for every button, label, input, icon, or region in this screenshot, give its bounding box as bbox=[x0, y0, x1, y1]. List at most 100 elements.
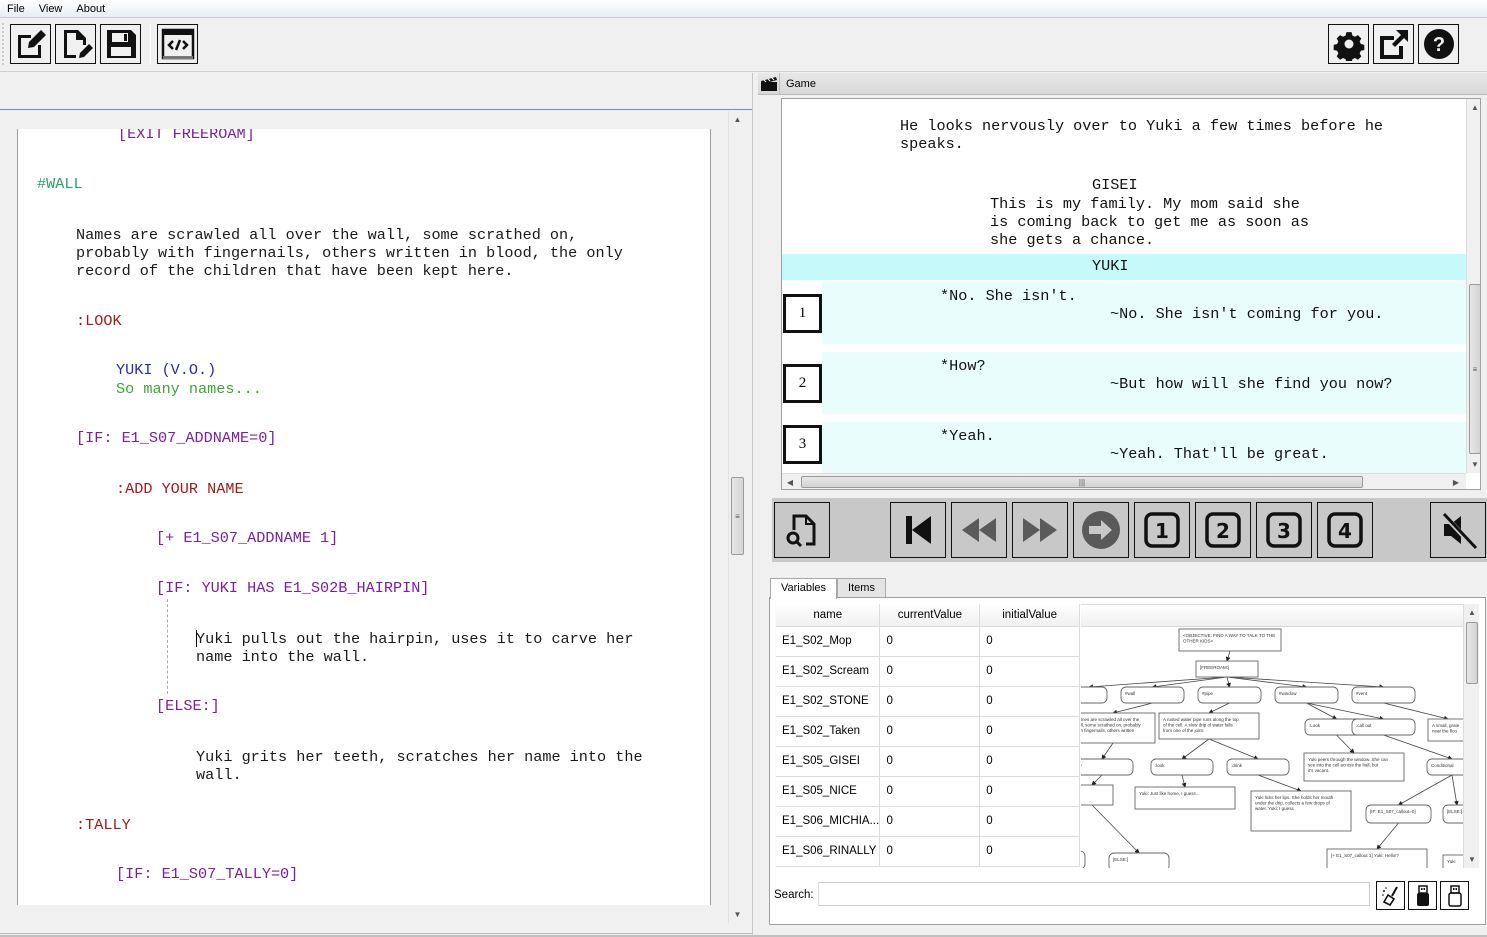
graph-node[interactable]: A rusted water pipe runs along the top of… bbox=[1158, 712, 1260, 740]
graph-node[interactable]: Names are scrawled all over the wall, som… bbox=[1081, 712, 1156, 744]
scroll-right-arrow[interactable]: ▶ bbox=[1448, 474, 1464, 489]
graph-node[interactable]: #window bbox=[1274, 686, 1339, 704]
variable-initial-value[interactable]: 0 bbox=[979, 716, 1080, 747]
variable-name[interactable]: E1_S02_Mop bbox=[776, 626, 881, 657]
variable-current-value[interactable]: 0 bbox=[879, 656, 981, 687]
column-header-initial-value[interactable]: initialValue bbox=[979, 604, 1080, 627]
choice-number-1[interactable]: 1 bbox=[783, 294, 822, 333]
save-state-button[interactable] bbox=[1440, 881, 1469, 910]
variable-name[interactable]: E1_S02_Scream bbox=[776, 656, 881, 687]
game-horizontal-scrollbar[interactable]: ◀ ||| ▶ bbox=[782, 473, 1466, 489]
graph-node[interactable]: [FREEROAM:] bbox=[1195, 660, 1259, 678]
variable-name[interactable]: E1_S06_MICHIA... bbox=[776, 806, 881, 837]
scroll-down-arrow[interactable]: ▼ bbox=[1467, 456, 1480, 473]
script-editor[interactable]: [EXIT FREEROAM] #WALL Names are scrawled… bbox=[17, 129, 711, 905]
source-view-button[interactable] bbox=[157, 24, 198, 64]
choice-number-3[interactable]: 3 bbox=[783, 425, 822, 464]
scroll-up-arrow[interactable]: ▲ bbox=[1464, 604, 1480, 621]
variable-initial-value[interactable]: 0 bbox=[979, 656, 1080, 687]
variable-row[interactable]: E1_S05_GISEI 0 0 bbox=[776, 746, 1080, 777]
variable-row[interactable]: E1_S06_RINALLY 0 0 bbox=[776, 836, 1080, 867]
variable-current-value[interactable]: 0 bbox=[879, 626, 981, 657]
graph-node[interactable]: :drink bbox=[1226, 758, 1290, 776]
tab-variables[interactable]: Variables bbox=[770, 578, 838, 599]
graph-node[interactable] bbox=[1081, 686, 1108, 704]
variable-current-value[interactable]: 0 bbox=[879, 776, 981, 807]
variable-initial-value[interactable]: 0 bbox=[979, 746, 1080, 777]
menu-file[interactable]: File bbox=[0, 0, 32, 18]
variable-initial-value[interactable]: 0 bbox=[979, 806, 1080, 837]
scroll-thumb[interactable]: ||| bbox=[801, 476, 1363, 488]
mute-button[interactable] bbox=[1430, 502, 1486, 558]
game-vertical-scrollbar[interactable]: ▲ ≡ ▼ bbox=[1466, 99, 1480, 473]
column-header-name[interactable]: name bbox=[776, 604, 881, 627]
graph-node[interactable]: #pipe bbox=[1197, 686, 1262, 704]
variable-row[interactable]: E1_S02_Scream 0 0 bbox=[776, 656, 1080, 687]
variable-initial-value[interactable]: 0 bbox=[979, 686, 1080, 717]
tab-items[interactable]: Items bbox=[837, 578, 886, 598]
find-in-file-button[interactable] bbox=[774, 502, 830, 558]
column-header-current-value[interactable]: currentValue bbox=[879, 604, 981, 627]
restart-button[interactable] bbox=[890, 502, 946, 558]
menu-view[interactable]: View bbox=[32, 0, 70, 18]
story-flow-graph[interactable]: <OBJECTIVE: FIND A WAY TO TALK TO THE OTH… bbox=[1081, 604, 1463, 868]
variable-current-value[interactable]: 0 bbox=[879, 686, 981, 717]
choice-1-button[interactable]: 1 bbox=[1134, 502, 1190, 558]
search-input[interactable] bbox=[818, 882, 1370, 906]
scroll-thumb[interactable]: ≡ bbox=[731, 477, 744, 555]
graph-node[interactable]: :look bbox=[1150, 758, 1214, 776]
graph-node[interactable]: Yuki licks her lips. She holds her mouth… bbox=[1250, 790, 1352, 832]
editor-scrollbar[interactable]: ▲ ≡ ▼ bbox=[728, 111, 745, 923]
graph-node[interactable]: A small, grate near the floo bbox=[1427, 718, 1463, 742]
variable-row[interactable]: E1_S02_Mop 0 0 bbox=[776, 626, 1080, 657]
variable-row[interactable]: E1_S02_STONE 0 0 bbox=[776, 686, 1080, 717]
variable-row[interactable]: E1_S02_Taken 0 0 bbox=[776, 716, 1080, 747]
variable-current-value[interactable]: 0 bbox=[879, 836, 981, 867]
forward-button[interactable] bbox=[1012, 502, 1068, 558]
choice-2-button[interactable]: 2 bbox=[1195, 502, 1251, 558]
choice-number-2[interactable]: 2 bbox=[783, 364, 822, 403]
scroll-left-arrow[interactable]: ◀ bbox=[782, 474, 798, 489]
variable-row[interactable]: E1_S06_MICHIA... 0 0 bbox=[776, 806, 1080, 837]
graph-node[interactable]: [+ E1_S07_callout 1] Yuki: Hello!? bbox=[1326, 848, 1428, 868]
variable-initial-value[interactable]: 0 bbox=[979, 836, 1080, 867]
scroll-down-arrow[interactable]: ▼ bbox=[1464, 851, 1480, 868]
new-file-button[interactable] bbox=[55, 24, 96, 64]
graph-node[interactable]: nal bbox=[1081, 784, 1114, 806]
choice-4-button[interactable]: 4 bbox=[1317, 502, 1373, 558]
graph-node[interactable]: Conditional bbox=[1426, 758, 1463, 776]
scroll-up-arrow[interactable]: ▲ bbox=[729, 111, 746, 128]
variable-row[interactable]: E1_S05_NICE 0 0 bbox=[776, 776, 1080, 807]
export-button[interactable] bbox=[1373, 24, 1414, 64]
continue-button[interactable] bbox=[1073, 502, 1129, 558]
variable-current-value[interactable]: 0 bbox=[879, 716, 981, 747]
graph-node[interactable]: [IF: E1_S07_callout=0] bbox=[1365, 804, 1432, 824]
variable-name[interactable]: E1_S06_RINALLY bbox=[776, 836, 881, 867]
choice-option-2[interactable]: *How? ~But how will she find you now? bbox=[822, 352, 1466, 414]
choice-3-button[interactable]: 3 bbox=[1256, 502, 1312, 558]
settings-button[interactable] bbox=[1328, 24, 1369, 64]
back-button[interactable] bbox=[951, 502, 1007, 558]
edit-button[interactable] bbox=[10, 24, 51, 64]
graph-node[interactable]: 1 bbox=[1081, 850, 1086, 868]
graph-node[interactable]: Yuki peers through the window. She can se… bbox=[1303, 752, 1405, 782]
variable-initial-value[interactable]: 0 bbox=[979, 626, 1080, 657]
variable-current-value[interactable]: 0 bbox=[879, 806, 981, 837]
variables-scrollbar[interactable]: ▲ ▼ bbox=[1463, 604, 1479, 868]
save-button[interactable] bbox=[100, 24, 141, 64]
graph-node[interactable]: [ELSE:] bbox=[1108, 852, 1170, 868]
variable-name[interactable]: E1_S02_STONE bbox=[776, 686, 881, 717]
clear-button[interactable] bbox=[1376, 881, 1405, 910]
variable-name[interactable]: E1_S05_GISEI bbox=[776, 746, 881, 777]
choice-option-1[interactable]: *No. She isn't. ~No. She isn't coming fo… bbox=[822, 282, 1466, 344]
toolbar-grip[interactable] bbox=[2, 22, 4, 66]
graph-node[interactable]: Yuki bbox=[1442, 854, 1463, 868]
graph-node[interactable]: [ELSE:] bbox=[1442, 804, 1463, 824]
variable-name[interactable]: E1_S05_NICE bbox=[776, 776, 881, 807]
scroll-thumb[interactable] bbox=[1466, 622, 1478, 684]
graph-node[interactable]: <OBJECTIVE: FIND A WAY TO TALK TO THE OTH… bbox=[1178, 628, 1282, 652]
graph-node[interactable]: ally bbox=[1081, 758, 1134, 776]
choice-option-3[interactable]: *Yeah. ~Yeah. That'll be great. bbox=[822, 422, 1466, 473]
graph-node[interactable]: #vent bbox=[1351, 686, 1416, 704]
help-button[interactable]: ? bbox=[1418, 24, 1459, 64]
